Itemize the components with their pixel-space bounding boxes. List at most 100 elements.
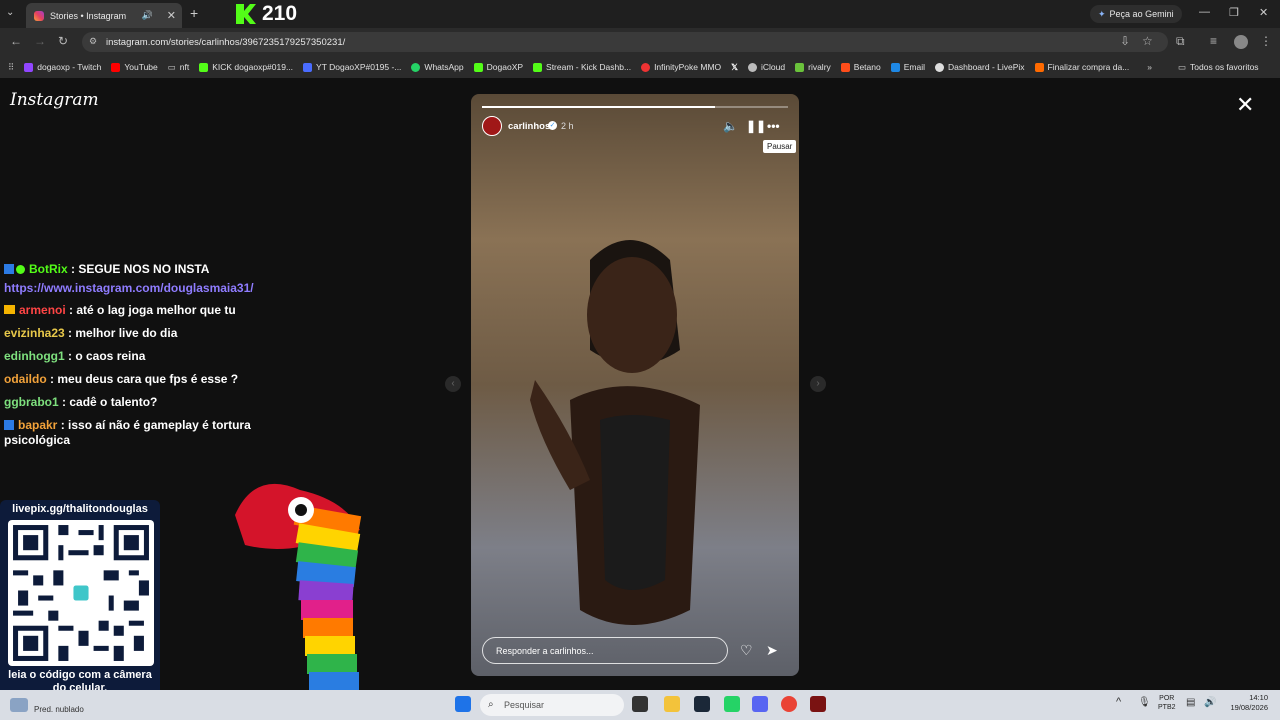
folder-icon: ▭	[1178, 61, 1187, 72]
pokeball-icon	[641, 62, 651, 72]
microphone-icon[interactable]: 🎙	[1138, 697, 1151, 708]
instagram-logo[interactable]: Instagram	[10, 90, 99, 110]
instagram-favicon-icon	[34, 10, 44, 21]
forward-icon[interactable]: →	[34, 34, 46, 48]
reply-input[interactable]: Responder a carlinhos...	[482, 637, 728, 664]
bookmark-item[interactable]: Email	[890, 62, 925, 72]
language-indicator[interactable]: POR PTB2	[1158, 694, 1176, 712]
tab-close-icon[interactable]: ✕	[167, 9, 176, 22]
audio-icon[interactable]: 🔊	[142, 10, 153, 21]
chrome-icon[interactable]	[781, 696, 797, 712]
chat-message: BotRix : SEGUE NOS NO INSTA	[0, 262, 280, 277]
tab-title: Stories • Instagram	[50, 10, 127, 21]
file-explorer-icon[interactable]	[664, 696, 680, 712]
icloud-icon	[748, 62, 757, 72]
chat-username: BotRix	[29, 262, 68, 276]
bookmark-star-icon[interactable]: ☆	[1142, 34, 1153, 48]
weather-icon[interactable]	[10, 698, 28, 712]
extensions-icon[interactable]: ⧉	[1176, 34, 1185, 49]
close-story-button[interactable]: ✕	[1236, 92, 1254, 118]
new-tab-button[interactable]: +	[190, 5, 198, 21]
url-text: instagram.com/stories/carlinhos/39672351…	[106, 36, 346, 48]
chat-text: até o lag joga melhor que tu	[76, 303, 236, 317]
previous-story-arrow-icon[interactable]: ‹	[445, 376, 461, 392]
chat-text: melhor live do dia	[75, 326, 178, 340]
profile-avatar[interactable]	[1234, 35, 1248, 49]
shop-icon	[1034, 62, 1044, 72]
bookmark-item[interactable]: dogaoxp - Twitch	[24, 62, 101, 72]
verified-icon: ✓	[548, 121, 557, 130]
minimize-icon[interactable]: —	[1199, 6, 1210, 18]
chat-text: cadê o talento?	[69, 395, 158, 409]
chat-link[interactable]: https://www.instagram.com/douglasmaia31/	[0, 281, 280, 295]
chat-text: o caos reina	[75, 349, 146, 363]
tray-chevron-icon[interactable]: ^	[1116, 696, 1121, 708]
site-info-icon[interactable]: ⚙	[89, 36, 97, 47]
tab-instagram[interactable]: Stories • Instagram 🔊 ✕	[26, 3, 182, 28]
chat-username: edinhogg1	[4, 349, 65, 363]
speaker-icon[interactable]: 🔊	[1204, 697, 1216, 708]
verified-badge-icon	[16, 265, 25, 274]
volume-icon[interactable]: 🔈	[723, 119, 738, 133]
bookmark-item[interactable]: KICK dogaoxp#019...	[199, 62, 293, 72]
windows-start-icon[interactable]	[455, 696, 471, 712]
chat-message: bapakr : isso aí não é gameplay é tortur…	[4, 418, 251, 447]
all-favorites[interactable]: ▭ Todos os favoritos	[1178, 62, 1259, 73]
kick-icon	[533, 62, 543, 72]
reload-icon[interactable]: ↻	[58, 34, 68, 48]
rivalry-icon	[795, 62, 805, 72]
more-bookmarks-icon[interactable]: »	[1147, 62, 1152, 72]
story-username[interactable]: carlinhos	[508, 121, 550, 132]
avatar[interactable]	[482, 116, 502, 136]
bookmark-item[interactable]: YT DogaoXP#0195 -...	[303, 62, 401, 72]
bookmark-item[interactable]: DogaoXP	[473, 62, 523, 72]
whatsapp-icon[interactable]	[724, 696, 740, 712]
livepix-icon	[935, 62, 944, 72]
discord-icon[interactable]	[752, 696, 768, 712]
bookmark-item[interactable]: Stream - Kick Dashb...	[533, 62, 631, 72]
taskbar-clock[interactable]: 14:10 19/08/2026	[1222, 693, 1268, 713]
yt-studio-icon	[303, 62, 313, 72]
chat-text: SEGUE NOS NO INSTA	[78, 262, 210, 276]
taskbar-search[interactable]: ⌕ Pesquisar	[480, 694, 624, 716]
back-icon[interactable]: ←	[10, 34, 22, 48]
livepix-url: livepix.gg/thalitondouglas	[12, 503, 148, 515]
viewer-count: 210	[262, 2, 298, 25]
bookmark-item[interactable]: 𝕏	[731, 62, 738, 73]
story-time: 2 h	[561, 121, 574, 131]
bookmark-item[interactable]: rivalry	[795, 62, 831, 72]
pause-icon[interactable]: ❚❚	[746, 119, 766, 133]
share-send-icon[interactable]: ➤	[766, 642, 778, 659]
bookmark-item[interactable]: Betano	[840, 62, 881, 72]
more-options-icon[interactable]: •••	[767, 119, 780, 133]
layout-code: PTB2	[1158, 704, 1176, 711]
network-icon[interactable]: ▤	[1186, 697, 1195, 708]
whatsapp-icon	[411, 62, 421, 72]
bot-badge-icon	[4, 420, 14, 430]
chat-message: evizinha23 : melhor live do dia	[4, 326, 178, 340]
window-close-icon[interactable]: ✕	[1259, 6, 1268, 19]
bookmark-folder[interactable]: ▭ nft	[168, 62, 189, 73]
bookmark-item[interactable]: Finalizar compra da...	[1034, 62, 1129, 72]
like-heart-icon[interactable]: ♡	[740, 642, 753, 659]
apps-grid-icon[interactable]: ⠿	[8, 62, 14, 73]
install-app-icon[interactable]: ⇩	[1120, 34, 1130, 48]
bookmark-item[interactable]: WhatsApp	[411, 62, 464, 72]
bookmark-item[interactable]: InfinityPoke MMO	[641, 62, 721, 72]
bookmark-item[interactable]: YouTube	[111, 62, 158, 72]
maximize-icon[interactable]: ❐	[1229, 6, 1239, 19]
gemini-button[interactable]: ✦ Peça ao Gemini	[1090, 5, 1182, 23]
bookmark-item[interactable]: Dashboard - LivePix	[935, 62, 1025, 72]
sock-puppet-overlay	[225, 470, 385, 700]
kick-viewer-overlay: 210	[236, 2, 297, 26]
story-image	[530, 230, 740, 640]
media-controls-icon[interactable]: ≡	[1210, 34, 1217, 48]
app-icon[interactable]	[810, 696, 826, 712]
steam-icon[interactable]	[694, 696, 710, 712]
url-field[interactable]: ⚙ instagram.com/stories/carlinhos/396723…	[82, 32, 1168, 52]
next-story-arrow-icon[interactable]: ›	[810, 376, 826, 392]
task-view-icon[interactable]	[632, 696, 648, 712]
bookmark-item[interactable]: iCloud	[748, 62, 785, 72]
menu-icon[interactable]: ⋮	[1260, 34, 1272, 48]
tab-list-icon[interactable]: ⌄	[6, 7, 14, 18]
